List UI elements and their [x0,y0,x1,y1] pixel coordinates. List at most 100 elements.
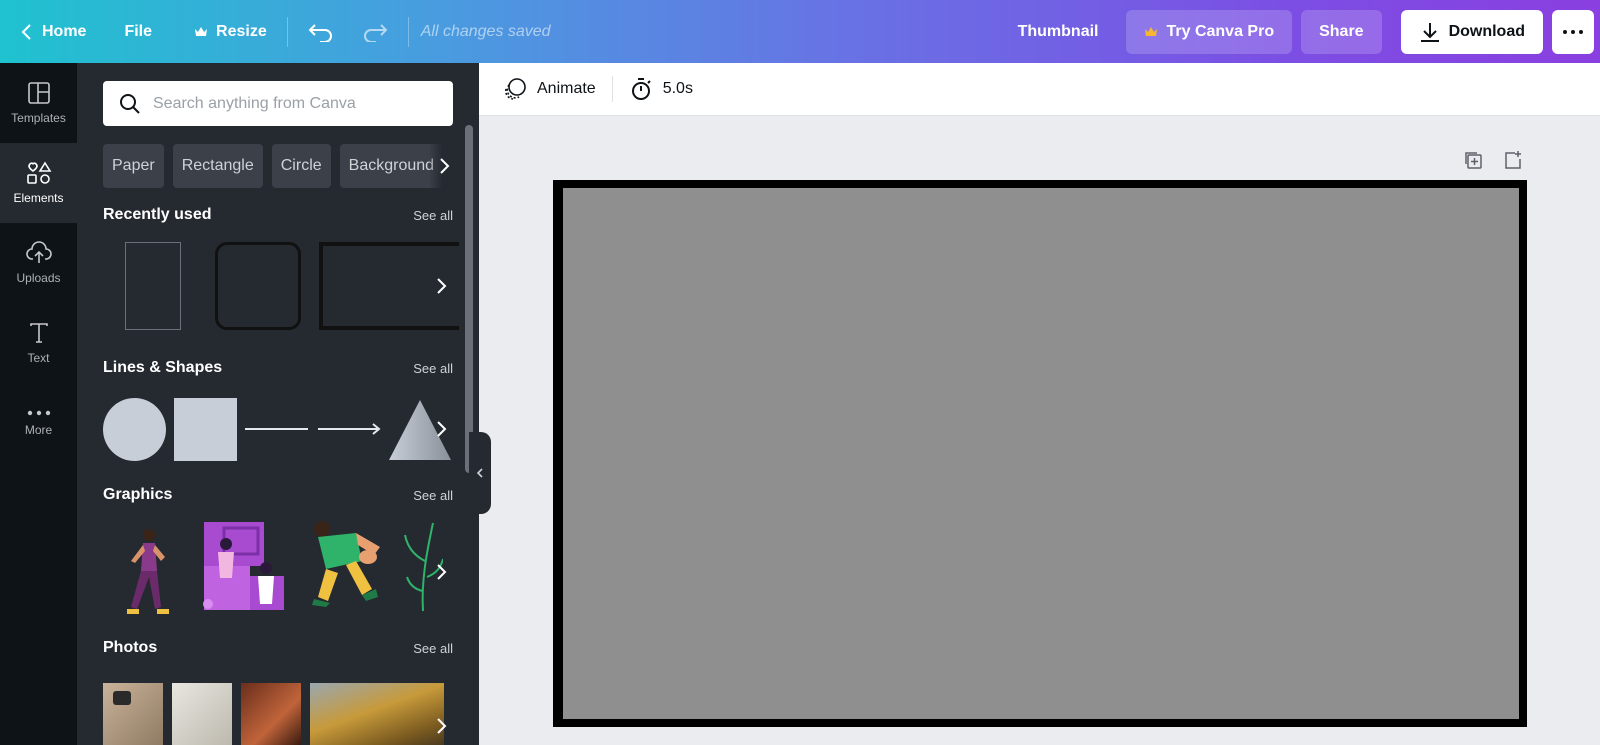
rail-item-uploads[interactable]: Uploads [0,223,77,303]
graphic-football-player-illustration[interactable] [296,517,386,607]
camera-shape [113,691,131,705]
recent-next-button[interactable] [429,271,453,301]
chevron-right-icon [437,564,447,580]
animate-label: Animate [537,80,596,97]
search-input[interactable] [153,94,433,113]
top-bar: Home File Resize All changes saved Thumb… [0,0,1600,63]
rail-label: Templates [11,111,66,125]
panel-scrollbar[interactable] [465,125,473,473]
shape-square[interactable] [174,398,237,461]
chevron-right-icon [437,421,447,437]
redo-icon [363,23,388,42]
download-button[interactable]: Download [1400,9,1543,54]
recently-used-header: Recently used See all [103,206,453,224]
download-icon [1420,22,1439,42]
rail-item-more[interactable]: More [0,383,77,463]
timer-icon [631,78,651,100]
elements-panel: Paper Rectangle Circle Background Recent… [77,63,479,745]
see-all-link[interactable]: See all [413,488,453,503]
share-button[interactable]: Share [1301,9,1382,54]
rail-item-text[interactable]: Text [0,303,77,383]
shape-circle[interactable] [103,398,166,461]
photo-thumbnail[interactable] [172,683,232,745]
chevron-right-icon [437,718,447,734]
graphic-office-illustration[interactable] [198,520,286,610]
photos-header: Photos See all [103,639,453,657]
try-canva-pro-button[interactable]: Try Canva Pro [1126,9,1293,54]
resize-label: Resize [216,22,267,40]
chip-paper[interactable]: Paper [103,144,164,188]
see-all-link[interactable]: See all [413,641,453,656]
left-rail: Templates Elements Uploads Text More [0,63,77,745]
photos-next-button[interactable] [429,711,453,741]
football-player-illustration-icon [312,521,380,607]
ellipsis-dot [1579,29,1583,34]
suggestion-chips: Paper Rectangle Circle Background [103,144,453,188]
collapse-panel-button[interactable] [469,432,491,514]
save-status: All changes saved [420,22,551,40]
crown-icon [1145,26,1158,36]
templates-icon [27,82,50,104]
recent-item-rectangle-outline[interactable] [125,242,181,330]
divider [407,16,409,47]
graphics-header: Graphics See all [103,486,453,504]
home-label: Home [42,22,87,40]
photo-thumbnail[interactable] [241,683,301,745]
more-icon [27,410,50,416]
rail-item-elements[interactable]: Elements [0,143,77,223]
file-menu-button[interactable]: File [110,12,166,52]
chips-next-button[interactable] [429,144,459,188]
elements-icon [26,161,51,184]
search-icon [120,93,140,114]
redo-button[interactable] [348,12,402,52]
photo-thumbnail[interactable] [103,683,163,745]
section-title: Recently used [103,206,212,223]
editor-toolbar: Animate 5.0s [479,63,1600,116]
more-options-button[interactable] [1552,9,1594,54]
duplicate-page-button[interactable] [1461,148,1485,172]
undo-icon [308,23,332,42]
text-icon [29,323,48,343]
chip-rectangle[interactable]: Rectangle [172,144,263,188]
resize-button[interactable]: Resize [180,12,281,52]
rail-item-templates[interactable]: Templates [0,63,77,143]
chevron-left-icon [476,468,483,478]
rail-label: More [24,423,53,437]
chevron-right-icon [437,278,447,294]
try-canva-pro-label: Try Canva Pro [1166,22,1275,40]
divider [611,76,613,102]
chip-circle[interactable]: Circle [271,144,331,188]
design-canvas[interactable] [553,180,1527,727]
shape-line[interactable] [245,428,308,430]
chevron-right-icon [440,158,450,174]
home-button[interactable]: Home [6,12,100,52]
section-title: Photos [103,639,158,656]
rail-label: Text [27,351,50,365]
shapes-next-button[interactable] [429,414,453,444]
share-label: Share [1319,22,1364,40]
add-page-button[interactable] [1501,148,1525,172]
duration-label: 5.0s [662,80,693,97]
section-title: Lines & Shapes [103,359,223,376]
file-label: File [124,22,153,40]
duplicate-icon [1465,152,1482,169]
photo-thumbnail[interactable] [310,683,444,745]
divider [286,16,288,47]
download-label: Download [1448,22,1525,40]
chip-background[interactable]: Background [339,144,444,188]
shape-arrow-line[interactable] [317,422,381,436]
crown-icon [195,26,208,36]
animate-button[interactable]: Animate [495,77,604,101]
canvas-rectangle-element[interactable] [563,188,1519,719]
graphic-woman-illustration[interactable] [117,527,177,619]
woman-illustration-icon [127,529,169,614]
graphics-next-button[interactable] [429,557,453,587]
search-box[interactable] [103,81,453,126]
undo-button[interactable] [294,12,348,52]
see-all-link[interactable]: See all [413,208,453,223]
duration-button[interactable]: 5.0s [621,77,701,101]
chevron-left-icon [21,23,31,40]
recent-item-rounded-frame[interactable] [215,242,301,330]
see-all-link[interactable]: See all [413,361,453,376]
design-title[interactable]: Thumbnail [1018,23,1099,41]
